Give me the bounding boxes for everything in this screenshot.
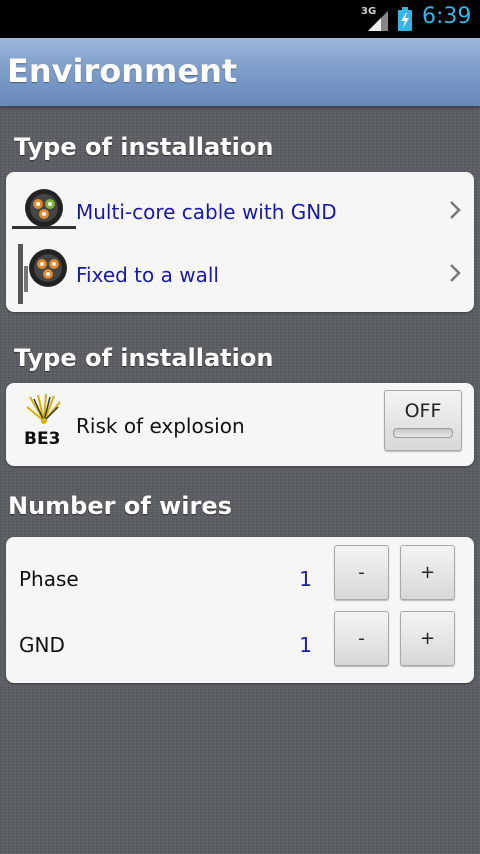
wall-mounted-cable-icon bbox=[18, 244, 67, 304]
increment-button[interactable]: + bbox=[400, 611, 455, 666]
toggle-indicator bbox=[393, 428, 453, 438]
wire-label: Phase bbox=[19, 567, 79, 591]
clock: 6:39 bbox=[422, 4, 472, 29]
signal-icon bbox=[368, 11, 388, 31]
explosion-section-title: Type of installation bbox=[14, 344, 274, 372]
wire-row-gnd: GND 1 - + bbox=[6, 610, 474, 683]
title-bar: Environment bbox=[0, 38, 480, 106]
wire-row-phase: Phase 1 - + bbox=[6, 537, 474, 610]
multicore-cable-icon bbox=[12, 189, 76, 229]
chevron-right-icon bbox=[450, 264, 461, 282]
decrement-button[interactable]: - bbox=[334, 545, 389, 600]
explosion-card: BE3 Risk of explosion OFF bbox=[6, 383, 474, 466]
installation-item-label: Multi-core cable with GND bbox=[76, 200, 337, 224]
toggle-label: OFF bbox=[404, 400, 442, 422]
status-bar: 3G 6:39 bbox=[0, 0, 480, 38]
wire-label: GND bbox=[19, 633, 65, 657]
explosion-toggle-button[interactable]: OFF bbox=[384, 390, 462, 451]
page-title: Environment bbox=[7, 52, 238, 90]
explosion-icon-label: BE3 bbox=[24, 429, 61, 449]
wire-count: 1 bbox=[299, 633, 312, 657]
explosion-label: Risk of explosion bbox=[76, 414, 245, 438]
decrement-button[interactable]: - bbox=[334, 611, 389, 666]
installation-item-cable[interactable]: Multi-core cable with GND bbox=[6, 172, 474, 242]
wires-card: Phase 1 - + GND 1 - + bbox=[6, 537, 474, 683]
battery-icon bbox=[398, 7, 412, 31]
explosion-icon bbox=[26, 393, 61, 424]
chevron-right-icon bbox=[450, 201, 461, 219]
installation-item-wall[interactable]: Fixed to a wall bbox=[6, 242, 474, 312]
wire-count: 1 bbox=[299, 567, 312, 591]
installation-card: Multi-core cable with GND Fixed to a wal… bbox=[6, 172, 474, 312]
increment-button[interactable]: + bbox=[400, 545, 455, 600]
installation-item-label: Fixed to a wall bbox=[76, 263, 219, 287]
wires-section-title: Number of wires bbox=[8, 492, 232, 520]
installation-section-title: Type of installation bbox=[14, 133, 274, 161]
